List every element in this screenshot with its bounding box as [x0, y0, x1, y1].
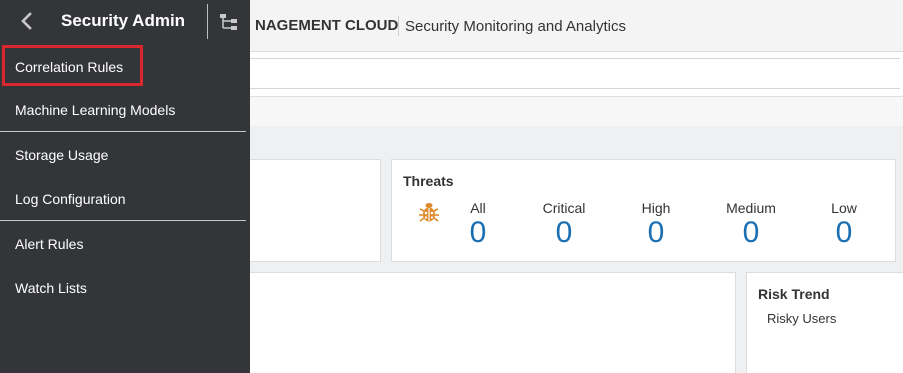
hierarchy-icon[interactable] [218, 11, 240, 33]
menu-item-alert-rules[interactable]: Alert Rules [0, 222, 248, 266]
header-divider [398, 16, 399, 36]
menu-item-storage-usage[interactable]: Storage Usage [0, 133, 248, 177]
risk-trend-subtitle: Risky Users [767, 311, 837, 326]
threat-stat-high[interactable]: High 0 [616, 200, 696, 250]
menu-item-label: Alert Rules [15, 236, 84, 252]
main-panel-card [200, 272, 736, 373]
threat-stat-low[interactable]: Low 0 [804, 200, 884, 250]
threat-stat-medium[interactable]: Medium 0 [711, 200, 791, 250]
chevron-left-icon[interactable] [16, 10, 38, 32]
menu-divider [0, 131, 246, 132]
menu-item-correlation-rules[interactable]: Correlation Rules [2, 45, 143, 86]
threat-stat-critical[interactable]: Critical 0 [524, 200, 604, 250]
stat-label: Medium [726, 200, 776, 216]
menu-item-label: Watch Lists [15, 280, 87, 296]
risk-trend-card: Risk Trend Risky Users [746, 272, 903, 373]
product-subtitle: Security Monitoring and Analytics [405, 18, 626, 35]
security-admin-drawer: Security Admin Correlation Rules Machine… [0, 0, 250, 373]
brand-title: NAGEMENT CLOUD [255, 17, 399, 34]
drawer-title: Security Admin [61, 11, 186, 30]
stat-value: 0 [555, 216, 573, 249]
menu-divider [0, 220, 246, 221]
drawer-header: Security Admin [0, 0, 250, 44]
menu-item-log-configuration[interactable]: Log Configuration [0, 177, 248, 221]
menu-item-machine-learning-models[interactable]: Machine Learning Models [0, 88, 248, 132]
menu-item-watch-lists[interactable]: Watch Lists [0, 266, 248, 310]
header-divider [207, 4, 208, 39]
menu-item-label: Machine Learning Models [15, 102, 176, 118]
stat-value: 0 [647, 216, 665, 249]
stat-label: Critical [542, 200, 586, 216]
stat-value: 0 [835, 216, 853, 249]
risk-trend-title: Risk Trend [758, 286, 830, 302]
stat-label: All [470, 200, 486, 216]
threat-stat-all[interactable]: All 0 [438, 200, 518, 250]
stat-label: Low [831, 200, 857, 216]
stat-label: High [641, 200, 671, 216]
threats-card: Threats All 0 Critical 0 High 0 Medium 0… [391, 159, 896, 262]
menu-item-label: Storage Usage [15, 147, 109, 163]
menu-item-label: Correlation Rules [15, 59, 124, 75]
search-bar[interactable] [200, 58, 900, 89]
stat-value: 0 [469, 216, 487, 249]
menu-item-label: Log Configuration [15, 191, 126, 207]
stat-value: 0 [742, 216, 760, 249]
threats-title: Threats [403, 173, 454, 189]
